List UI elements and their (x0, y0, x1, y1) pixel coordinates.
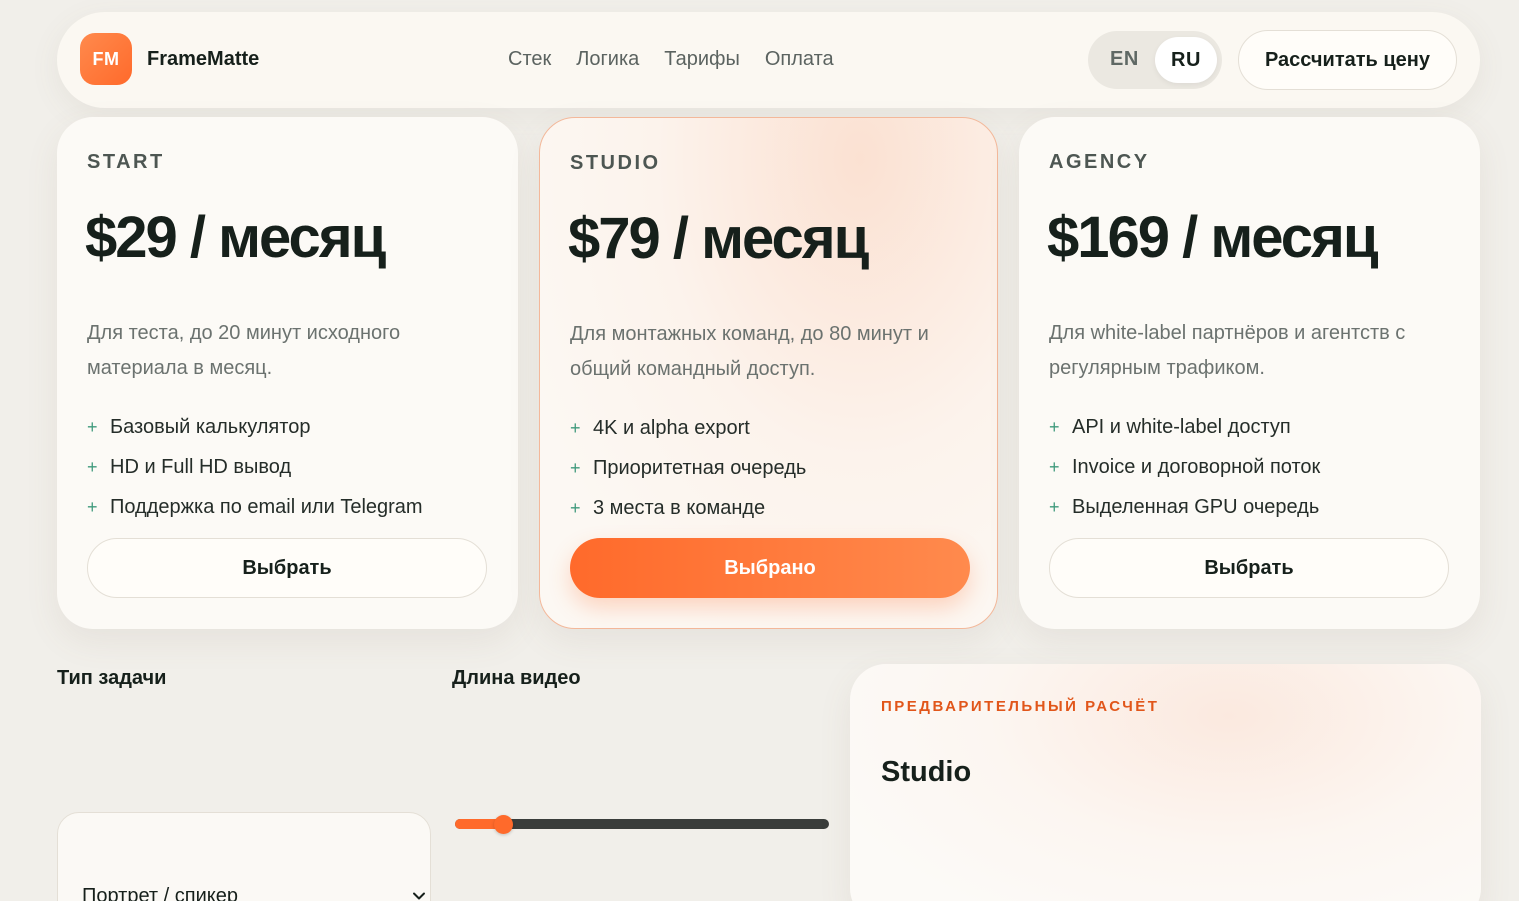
top-nav-bar: FM FrameMatte Стек Логика Тарифы Оплата … (57, 12, 1480, 108)
feature-text: HD и Full HD вывод (110, 455, 292, 478)
video-length-label: Длина видео (452, 667, 581, 689)
video-length-slider[interactable] (455, 815, 829, 834)
nav-link-stack[interactable]: Стек (508, 48, 551, 71)
task-type-value: Портрет / спикер (82, 885, 238, 901)
estimate-plan-name: Studio (881, 756, 972, 788)
lang-en-button[interactable]: EN (1110, 48, 1139, 71)
plan-feature-list: +4K и alpha export + Приоритетная очередь… (570, 408, 806, 528)
lang-ru-button[interactable]: RU (1155, 37, 1217, 83)
task-type-select[interactable]: Портрет / спикер (57, 812, 431, 901)
plan-price: $29 / месяц (85, 205, 386, 270)
choose-plan-button[interactable]: Выбрать (1049, 538, 1449, 598)
plan-feature-list: + Базовый калькулятор + HD и Full HD вывод… (87, 407, 423, 527)
plan-description: Для white-label партнёров и агентств с р… (1049, 322, 1406, 379)
feature-text: API и white-label доступ (1072, 415, 1291, 438)
logo-mark[interactable]: FM (80, 33, 132, 85)
plus-icon: + (1049, 416, 1060, 437)
plus-icon: + (570, 417, 581, 438)
estimate-panel: ПРЕДВАРИТЕЛЬНЫЙ РАСЧЁТ Studio (850, 664, 1481, 901)
feature-text: Поддержка по email или Telegram (110, 495, 423, 518)
slider-thumb[interactable] (494, 815, 513, 834)
feature-text: 4K и alpha export (593, 416, 750, 439)
plan-description: Для теста, до 20 минут исходного материа… (87, 322, 401, 379)
plan-card-agency: AGENCY $169 / месяц Для white-label парт… (1019, 117, 1480, 629)
plan-card-start: START $29 / месяц Для теста, до 20 минут… (57, 117, 518, 629)
nav-link-pricing[interactable]: Тарифы (664, 48, 740, 71)
feature-item: +3 места в команде (570, 488, 806, 528)
plus-icon: + (1049, 496, 1060, 517)
main-nav: Стек Логика Тарифы Оплата (508, 48, 834, 71)
feature-item: +4K и alpha export (570, 408, 806, 448)
plan-tier: AGENCY (1049, 151, 1150, 173)
feature-item: + Invoice и договорной поток (1049, 447, 1320, 487)
brand-name[interactable]: FrameMatte (147, 48, 259, 71)
plan-description: Для монтажных команд, до 80 минут и общи… (570, 323, 929, 380)
plan-feature-list: + API и white-label доступ + Invoice и дог… (1049, 407, 1320, 527)
chevron-down-icon (413, 892, 425, 900)
plus-icon: + (1049, 456, 1060, 477)
feature-item: + Поддержка по email или Telegram (87, 487, 423, 527)
plus-icon: + (570, 457, 581, 478)
feature-text: 3 места в команде (593, 496, 766, 519)
choose-plan-button[interactable]: Выбрать (87, 538, 487, 598)
plan-price: $79 / месяц (568, 206, 869, 271)
plus-icon: + (87, 416, 98, 437)
plan-card-studio: STUDIO $79 / месяц Для монтажных команд,… (539, 117, 998, 629)
page: FM FrameMatte Стек Логика Тарифы Оплата … (0, 0, 1519, 901)
feature-item: + Базовый калькулятор (87, 407, 423, 447)
nav-link-logic[interactable]: Логика (576, 48, 639, 71)
plus-icon: + (87, 496, 98, 517)
feature-text: Базовый калькулятор (110, 415, 311, 438)
selected-plan-button[interactable]: Выбрано (570, 538, 970, 598)
nav-link-payment[interactable]: Оплата (765, 48, 834, 71)
plan-tier: START (87, 151, 165, 173)
plan-tier: STUDIO (570, 152, 661, 174)
task-type-label: Тип задачи (57, 667, 167, 689)
estimate-label: ПРЕДВАРИТЕЛЬНЫЙ РАСЧЁТ (881, 698, 1160, 715)
calculate-price-button[interactable]: Рассчитать цену (1238, 30, 1457, 90)
plan-price: $169 / месяц (1047, 205, 1379, 270)
plus-icon: + (87, 456, 98, 477)
language-switcher: EN RU (1088, 31, 1222, 89)
feature-text: Invoice и договорной поток (1072, 455, 1321, 478)
plus-icon: + (570, 497, 581, 518)
feature-item: + Выделенная GPU очередь (1049, 487, 1320, 527)
feature-item: + API и white-label доступ (1049, 407, 1320, 447)
feature-text: Приоритетная очередь (593, 456, 807, 479)
feature-text: Выделенная GPU очередь (1072, 495, 1320, 518)
feature-item: + Приоритетная очередь (570, 448, 806, 488)
feature-item: + HD и Full HD вывод (87, 447, 423, 487)
